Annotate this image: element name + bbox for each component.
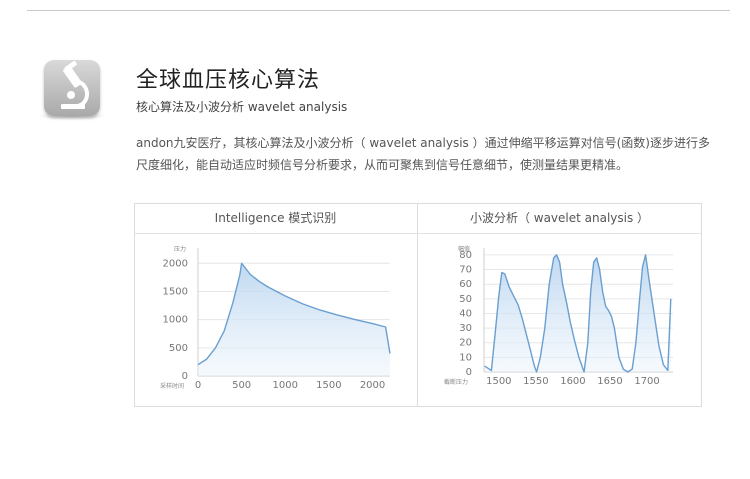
- y-tick-label: 70: [459, 265, 472, 276]
- y-tick-label: 30: [459, 323, 472, 334]
- x-tick-label: 1600: [560, 376, 585, 387]
- y-tick-label: 500: [169, 343, 188, 354]
- y-axis-label: 幅值: [458, 245, 470, 253]
- y-tick-label: 20: [459, 338, 472, 349]
- x-tick-label: 1700: [634, 376, 659, 387]
- x-tick-label: 500: [232, 380, 251, 391]
- y-tick-label: 60: [459, 279, 472, 290]
- charts-svg: 05001000150020000 500 1000 1500 2000压力采样时间01…: [160, 245, 673, 391]
- y-tick-label: 50: [459, 294, 472, 305]
- y-tick-label: 40: [459, 308, 472, 319]
- x-tick-label: 0: [195, 380, 201, 391]
- y-tick-label: 0: [182, 371, 188, 382]
- y-tick-label: 1000: [163, 315, 188, 326]
- y-tick-label: 2000: [163, 258, 188, 269]
- x-axis-label: 采样时间: [160, 382, 184, 390]
- y-tick-label: 1500: [163, 286, 188, 297]
- x-tick-label: 2000: [360, 380, 385, 391]
- y-axis-label: 压力: [174, 245, 186, 253]
- x-tick-label: 1500: [316, 380, 341, 391]
- x-tick-label: 1500: [486, 376, 511, 387]
- x-tick-label: 1650: [597, 376, 622, 387]
- x-axis-label: 截断压力: [444, 378, 468, 386]
- y-tick-label: 0: [466, 367, 472, 378]
- y-tick-label: 10: [459, 352, 472, 363]
- x-tick-label: 1550: [523, 376, 548, 387]
- x-tick-label: 1000: [273, 380, 298, 391]
